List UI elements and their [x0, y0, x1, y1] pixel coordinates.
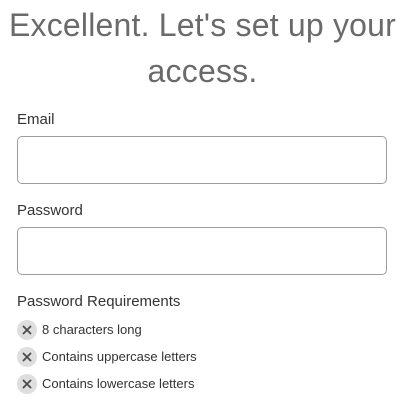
requirement-label: 8 characters long	[42, 322, 142, 337]
requirement-item-length: 8 characters long	[17, 320, 142, 340]
page-heading: Excellent. Let's set up your access.	[0, 2, 405, 94]
password-field[interactable]	[17, 227, 387, 275]
requirement-item-uppercase: Contains uppercase letters	[17, 347, 197, 367]
x-mark-glyph	[22, 379, 32, 389]
setup-access-form-page: Excellent. Let's set up your access. Ema…	[0, 0, 405, 403]
x-mark-glyph	[22, 352, 32, 362]
x-circle-icon	[17, 374, 37, 394]
requirement-label: Contains lowercase letters	[42, 376, 195, 391]
password-label: Password	[17, 202, 83, 219]
email-label: Email	[17, 111, 55, 128]
password-requirements-title: Password Requirements	[17, 293, 181, 310]
x-circle-icon	[17, 320, 37, 340]
requirement-label: Contains uppercase letters	[42, 349, 197, 364]
email-field[interactable]	[17, 136, 387, 184]
x-circle-icon	[17, 347, 37, 367]
x-mark-glyph	[22, 325, 32, 335]
requirement-item-lowercase: Contains lowercase letters	[17, 374, 194, 394]
page-heading-line-1: Excellent. Let's set up your	[8, 7, 397, 43]
page-heading-line-2: access.	[147, 53, 258, 89]
